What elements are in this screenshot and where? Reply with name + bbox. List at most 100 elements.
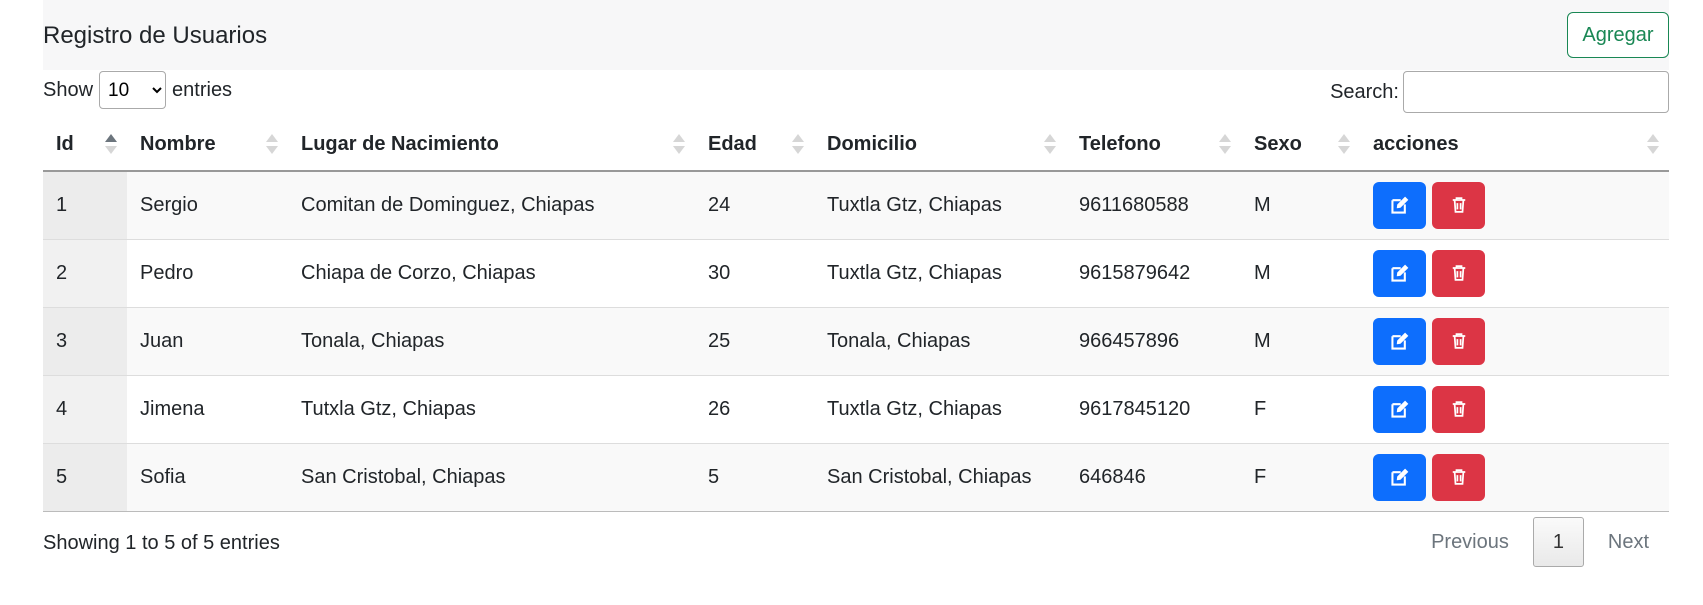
edit-button[interactable]	[1373, 249, 1426, 297]
cell-domicilio: Tuxtla Gtz, Chiapas	[814, 374, 1066, 443]
cell-sexo: M	[1241, 306, 1360, 375]
cell-telefono: 9617845120	[1066, 374, 1241, 443]
table-row: 1 Sergio Comitan de Dominguez, Chiapas 24 Tu…	[43, 170, 1669, 239]
cell-id: 5	[43, 442, 127, 512]
sort-asc-icon	[105, 132, 117, 158]
sort-icon	[792, 132, 804, 158]
table-row: 4 Jimena Tutxla Gtz, Chiapas 26 Tuxtla Gtz, …	[43, 374, 1669, 443]
trash-icon	[1449, 194, 1469, 216]
row-actions	[1373, 453, 1669, 501]
edit-icon	[1389, 262, 1411, 284]
search-label: Search:	[1330, 80, 1399, 103]
row-actions	[1373, 181, 1669, 229]
cell-id: 4	[43, 374, 127, 443]
entries-select[interactable]: 10	[99, 71, 167, 109]
trash-icon	[1449, 262, 1469, 284]
cell-domicilio: Tuxtla Gtz, Chiapas	[814, 238, 1066, 307]
cell-sexo: M	[1241, 238, 1360, 307]
sort-icon	[673, 132, 685, 158]
cell-domicilio: Tonala, Chiapas	[814, 306, 1066, 375]
cell-acciones	[1360, 442, 1669, 512]
search-input[interactable]	[1403, 71, 1669, 113]
add-button[interactable]: Agregar	[1567, 12, 1669, 58]
delete-button[interactable]	[1432, 453, 1485, 501]
cell-sexo: M	[1241, 170, 1360, 239]
edit-icon	[1389, 398, 1411, 420]
edit-button[interactable]	[1373, 317, 1426, 365]
sort-icon	[1219, 132, 1231, 158]
cell-edad: 25	[695, 306, 814, 375]
cell-domicilio: San Cristobal, Chiapas	[814, 442, 1066, 512]
column-header-lugar[interactable]: Lugar de Nacimiento	[288, 119, 695, 172]
cell-edad: 26	[695, 374, 814, 443]
row-actions	[1373, 317, 1669, 365]
table-header-row: Id Nombre Lugar de Nacimiento Edad Domic…	[43, 119, 1669, 172]
show-label: Show	[43, 78, 94, 101]
cell-telefono: 9615879642	[1066, 238, 1241, 307]
cell-lugar-nacimiento: San Cristobal, Chiapas	[288, 442, 695, 512]
delete-button[interactable]	[1432, 317, 1485, 365]
column-header-nombre[interactable]: Nombre	[127, 119, 288, 172]
table-row: 5 Sofia San Cristobal, Chiapas 5 San Cristob…	[43, 442, 1669, 512]
sort-icon	[1044, 132, 1056, 158]
cell-telefono: 966457896	[1066, 306, 1241, 375]
cell-id: 2	[43, 238, 127, 307]
edit-icon	[1389, 194, 1411, 216]
sort-icon	[1647, 132, 1659, 158]
column-header-sexo[interactable]: Sexo	[1241, 119, 1360, 172]
edit-button[interactable]	[1373, 385, 1426, 433]
table-info: Showing 1 to 5 of 5 entries	[43, 532, 280, 554]
column-header-id[interactable]: Id	[43, 119, 127, 172]
edit-icon	[1389, 466, 1411, 488]
cell-nombre: Sofia	[127, 442, 288, 512]
table-row: 2 Pedro Chiapa de Corzo, Chiapas 30 Tuxtla G…	[43, 238, 1669, 307]
column-header-domicilio[interactable]: Domicilio	[814, 119, 1066, 172]
cell-edad: 30	[695, 238, 814, 307]
cell-acciones	[1360, 306, 1669, 375]
cell-acciones	[1360, 238, 1669, 307]
edit-button[interactable]	[1373, 181, 1426, 229]
cell-sexo: F	[1241, 442, 1360, 512]
cell-lugar-nacimiento: Tutxla Gtz, Chiapas	[288, 374, 695, 443]
cell-lugar-nacimiento: Comitan de Dominguez, Chiapas	[288, 170, 695, 239]
delete-button[interactable]	[1432, 249, 1485, 297]
entries-length-control: Show 10 entries	[43, 70, 232, 110]
table-row: 3 Juan Tonala, Chiapas 25 Tonala, Chiapas 966…	[43, 306, 1669, 375]
cell-acciones	[1360, 374, 1669, 443]
cell-nombre: Jimena	[127, 374, 288, 443]
card-header: Registro de Usuarios Agregar	[43, 0, 1669, 70]
cell-nombre: Juan	[127, 306, 288, 375]
pagination: Previous 1 Next	[1411, 517, 1669, 567]
cell-nombre: Sergio	[127, 170, 288, 239]
trash-icon	[1449, 398, 1469, 420]
cell-telefono: 646846	[1066, 442, 1241, 512]
delete-button[interactable]	[1432, 181, 1485, 229]
cell-acciones	[1360, 170, 1669, 239]
next-button[interactable]: Next	[1588, 517, 1669, 567]
trash-icon	[1449, 466, 1469, 488]
cell-lugar-nacimiento: Tonala, Chiapas	[288, 306, 695, 375]
previous-button[interactable]: Previous	[1411, 517, 1529, 567]
cell-sexo: F	[1241, 374, 1360, 443]
entries-label: entries	[172, 78, 233, 101]
column-header-telefono[interactable]: Telefono	[1066, 119, 1241, 172]
edit-button[interactable]	[1373, 453, 1426, 501]
page-button-current[interactable]: 1	[1532, 517, 1584, 567]
cell-telefono: 9611680588	[1066, 170, 1241, 239]
page-title: Registro de Usuarios	[43, 22, 268, 49]
cell-edad: 5	[695, 442, 814, 512]
sort-icon	[266, 132, 278, 158]
edit-icon	[1389, 330, 1411, 352]
delete-button[interactable]	[1432, 385, 1485, 433]
search-control: Search:	[1330, 70, 1669, 114]
cell-id: 1	[43, 170, 127, 239]
cell-nombre: Pedro	[127, 238, 288, 307]
column-header-edad[interactable]: Edad	[695, 119, 814, 172]
row-actions	[1373, 249, 1669, 297]
cell-edad: 24	[695, 170, 814, 239]
column-header-acciones[interactable]: acciones	[1360, 119, 1669, 172]
users-table: Id Nombre Lugar de Nacimiento Edad Domic…	[43, 119, 1669, 512]
cell-lugar-nacimiento: Chiapa de Corzo, Chiapas	[288, 238, 695, 307]
cell-id: 3	[43, 306, 127, 375]
sort-icon	[1338, 132, 1350, 158]
